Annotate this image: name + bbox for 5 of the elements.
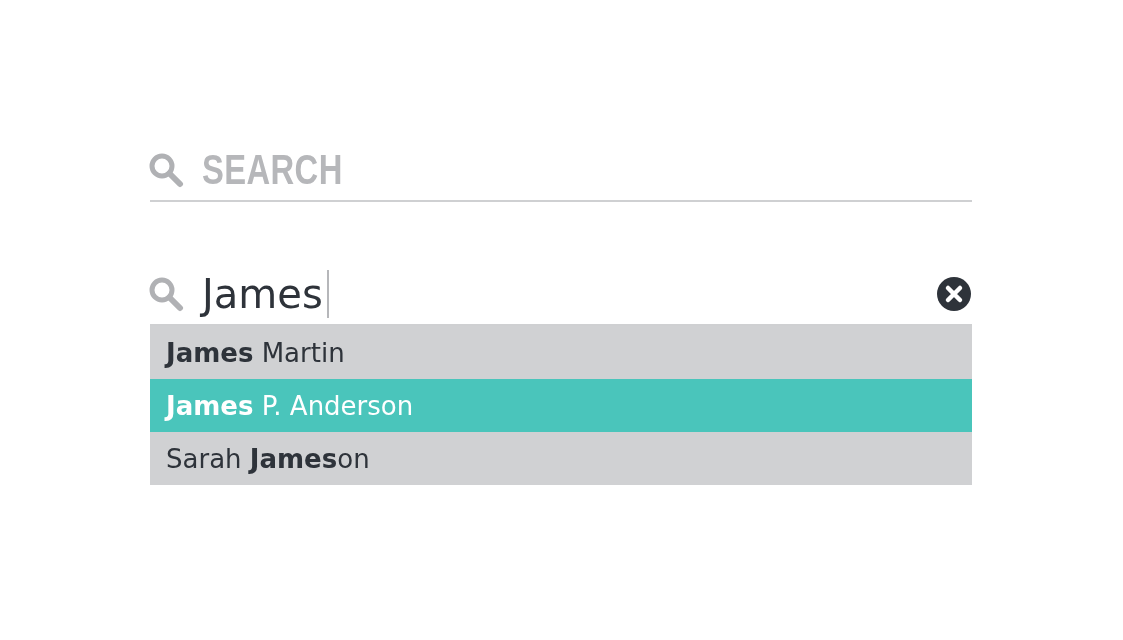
- clear-button[interactable]: [936, 276, 972, 312]
- suggestion-item[interactable]: Sarah Jameson: [150, 432, 972, 485]
- search-icon: [148, 152, 184, 188]
- search-icon: [148, 276, 184, 312]
- suggestion-item[interactable]: James Martin: [150, 326, 972, 379]
